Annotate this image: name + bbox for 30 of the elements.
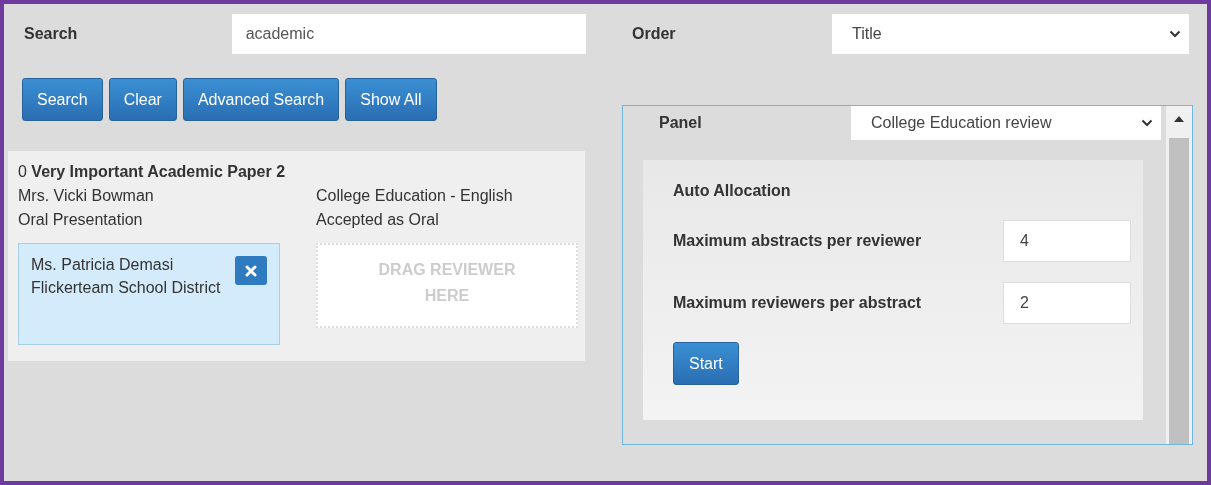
toolbar-button[interactable]: Advanced Search <box>182 78 340 121</box>
order-select[interactable]: Title <box>832 14 1189 54</box>
reviewer-name: Ms. Patricia Demasi <box>31 256 175 274</box>
number-field[interactable]: 2 <box>1003 282 1131 324</box>
panel-label: Panel <box>658 114 703 132</box>
number-field[interactable]: 4 <box>1003 220 1131 262</box>
chevron-down-icon <box>1141 119 1153 127</box>
toolbar-button[interactable]: Clear <box>108 78 177 121</box>
auto-allocation-title: Auto Allocation <box>673 182 792 200</box>
scrollbar[interactable] <box>1166 106 1192 444</box>
close-icon <box>245 264 257 277</box>
start-button[interactable]: Start <box>673 342 739 385</box>
search-field[interactable]: academic <box>231 14 586 54</box>
status-text: Accepted as Oral <box>316 211 440 229</box>
panel-select[interactable]: College Education review <box>851 106 1161 140</box>
toolbar-button[interactable]: Search <box>22 78 103 121</box>
reviewer-organisation: Flickerteam School District <box>31 279 221 297</box>
paper-title: 0 Very Important Academic Paper 2 <box>18 163 287 181</box>
type-text: Oral Presentation <box>18 211 144 229</box>
field-label: Maximum abstracts per reviewer <box>673 232 922 250</box>
author-text: Mrs. Vicki Bowman <box>18 187 155 205</box>
order-label: Order <box>631 25 677 43</box>
scroll-up-icon[interactable] <box>1174 116 1184 122</box>
remove-button[interactable] <box>235 256 267 285</box>
category-text: College Education - English <box>316 187 514 205</box>
chevron-down-icon <box>1169 30 1181 38</box>
reviewer-card[interactable]: Ms. Patricia Demasi Flickerteam School District <box>18 243 280 345</box>
toolbar-button[interactable]: Show All <box>345 78 437 121</box>
search-label: Search <box>23 25 79 43</box>
field-label: Maximum reviewers per abstract <box>673 294 922 312</box>
